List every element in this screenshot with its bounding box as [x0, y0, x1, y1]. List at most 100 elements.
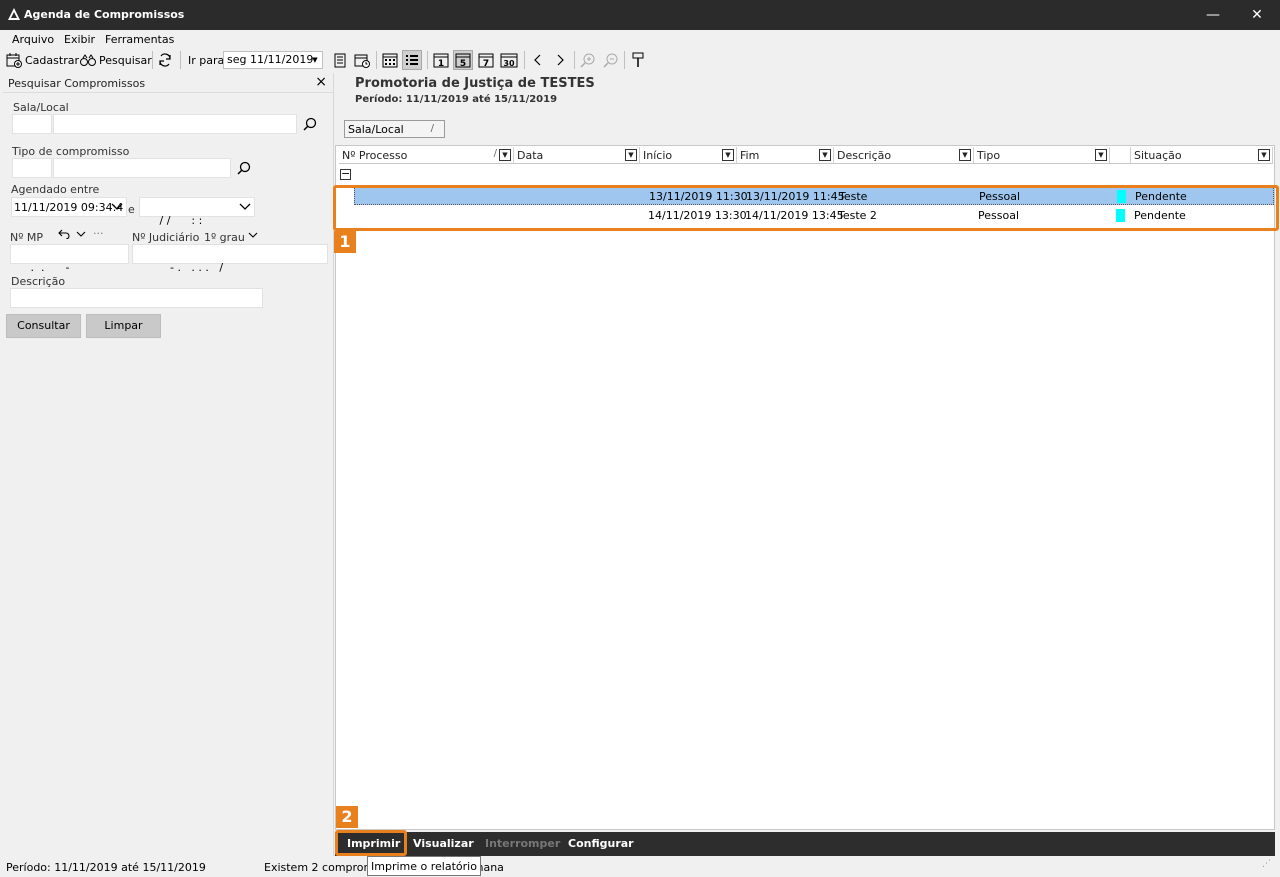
filter-dropdown-icon[interactable]: ▼ [625, 149, 637, 161]
more-icon[interactable]: ··· [93, 227, 104, 240]
svg-text:7: 7 [483, 59, 489, 68]
week-view-button[interactable]: 7 [476, 50, 496, 70]
list-view-button[interactable] [402, 50, 422, 70]
column-header-tipo[interactable]: Tipo ▼ [974, 147, 1110, 164]
group-by-label: Sala/Local [348, 123, 404, 136]
dropdown-arrow-icon[interactable]: ▼ [310, 54, 320, 66]
refresh-icon [159, 53, 171, 67]
nmp-label: Nº MP [10, 231, 44, 244]
menu-arquivo[interactable]: Arquivo [12, 33, 54, 46]
zoom-out-button[interactable] [601, 50, 621, 70]
format-paint-button[interactable] [628, 50, 648, 70]
group-by-box[interactable]: Sala/Local / [344, 120, 445, 138]
tipo-code-field[interactable] [12, 158, 52, 178]
menu-ferramentas[interactable]: Ferramentas [105, 33, 174, 46]
minimize-button[interactable]: — [1190, 0, 1236, 30]
filter-dropdown-icon[interactable]: ▼ [1095, 149, 1107, 161]
zoom-in-button[interactable] [578, 50, 598, 70]
configurar-button[interactable]: Configurar [568, 837, 634, 850]
resize-grip-icon[interactable]: ⋰ [1262, 859, 1271, 869]
column-label: Situação [1134, 149, 1182, 162]
calendar-30-icon: 30 [500, 53, 518, 68]
filter-dropdown-icon[interactable]: ▼ [499, 149, 511, 161]
agendado-to-field[interactable]: / / : : [139, 197, 255, 227]
report-header: Promotoria de Justiça de TESTES Período:… [355, 76, 595, 105]
pesquisar-label: Pesquisar [99, 53, 152, 67]
consultar-button[interactable]: Consultar [6, 314, 81, 338]
chevron-right-icon [557, 54, 564, 66]
column-header-situacao[interactable]: Situação ▼ [1131, 147, 1273, 164]
chevron-down-icon[interactable] [76, 231, 86, 238]
calendar-5-icon: 5 [455, 53, 471, 68]
paint-roller-icon [632, 52, 644, 67]
month-30-view-button[interactable]: 30 [499, 50, 519, 70]
njud-field[interactable]: - . . . . / [132, 244, 328, 274]
tipo-label: Tipo de compromisso [12, 145, 130, 158]
agendado-from-value: 11/11/2019 09:34:4 [14, 201, 124, 214]
chevron-down-icon[interactable] [239, 203, 251, 211]
agendado-e-label: e [128, 203, 135, 216]
ir-para-date-select[interactable]: seg 11/11/2019 ▼ [223, 51, 323, 69]
toolbar-separator [376, 51, 377, 69]
filter-dropdown-icon[interactable]: ▼ [819, 149, 831, 161]
sala-name-field[interactable] [53, 114, 297, 134]
column-label: Data [517, 149, 544, 162]
collapse-group-icon[interactable]: − [340, 168, 351, 180]
filter-dropdown-icon[interactable]: ▼ [1258, 149, 1270, 161]
tipo-name-field[interactable] [53, 158, 231, 178]
chevron-down-icon[interactable] [111, 203, 123, 211]
work-week-view-button[interactable]: 5 [453, 50, 473, 70]
binoculars-icon [80, 54, 96, 66]
previous-button[interactable] [528, 50, 548, 70]
page-subtitle: Período: 11/11/2019 até 15/11/2019 [355, 94, 558, 105]
filter-dropdown-icon[interactable]: ▼ [722, 149, 734, 161]
toolbar-separator [152, 51, 153, 69]
grau-select[interactable]: 1º grau [204, 231, 245, 244]
chevron-down-icon[interactable] [248, 232, 258, 239]
undo-icon[interactable] [58, 229, 70, 239]
nmp-field[interactable]: . . - [10, 244, 129, 274]
toolbar-separator [524, 51, 525, 69]
column-header-color[interactable] [1110, 147, 1131, 164]
menu-bar: Arquivo Exibir Ferramentas [0, 30, 1280, 48]
search-icon[interactable] [303, 117, 317, 131]
visualizar-button[interactable]: Visualizar [413, 837, 474, 850]
limpar-button[interactable]: Limpar [86, 314, 161, 338]
report-action-bar: Imprimir Visualizar Interromper Configur… [335, 832, 1275, 856]
agendado-from-field[interactable]: 11/11/2019 09:34:4 [11, 197, 127, 217]
search-icon[interactable] [237, 161, 251, 175]
filter-dropdown-icon[interactable]: ▼ [959, 149, 971, 161]
cadastrar-button[interactable]: Cadastrar [6, 50, 79, 70]
svg-text:1: 1 [438, 59, 444, 68]
status-bar: Período: 11/11/2019 até 15/11/2019 Exist… [0, 857, 1280, 877]
highlight-box-imprimir [335, 830, 407, 856]
close-window-button[interactable]: ✕ [1234, 0, 1280, 30]
svg-text:30: 30 [503, 59, 515, 68]
next-button[interactable] [550, 50, 570, 70]
column-header-fim[interactable]: Fim ▼ [737, 147, 834, 164]
descricao-field[interactable] [10, 288, 263, 308]
pesquisar-button[interactable]: Pesquisar [80, 50, 152, 70]
ir-para-label: Ir para [188, 53, 225, 67]
agendado-label: Agendado entre [11, 183, 100, 196]
refresh-button[interactable] [155, 50, 175, 70]
list-icon [406, 55, 418, 65]
column-header-descricao[interactable]: Descrição ▼ [834, 147, 974, 164]
menu-exibir[interactable]: Exibir [64, 33, 95, 46]
print-calendar-button[interactable] [330, 50, 350, 70]
nmp-value: . . - [27, 261, 70, 274]
calendar-clock-button[interactable] [352, 50, 372, 70]
day-view-button[interactable]: 1 [431, 50, 451, 70]
month-view-button[interactable] [380, 50, 400, 70]
interromper-button[interactable]: Interromper [485, 837, 560, 850]
page-title: Promotoria de Justiça de TESTES [355, 76, 595, 91]
close-panel-icon[interactable]: × [315, 74, 327, 90]
column-header-data[interactable]: Data ▼ [514, 147, 640, 164]
column-header-processo[interactable]: Nº Processo / ▼ [339, 147, 514, 164]
calendar-grid-icon [382, 53, 398, 68]
calendar-clock-icon [354, 54, 370, 68]
zoom-in-icon [580, 53, 595, 68]
sala-code-field[interactable] [12, 114, 52, 134]
column-header-inicio[interactable]: Início ▼ [640, 147, 737, 164]
ir-para-date-value: seg 11/11/2019 [227, 53, 314, 66]
